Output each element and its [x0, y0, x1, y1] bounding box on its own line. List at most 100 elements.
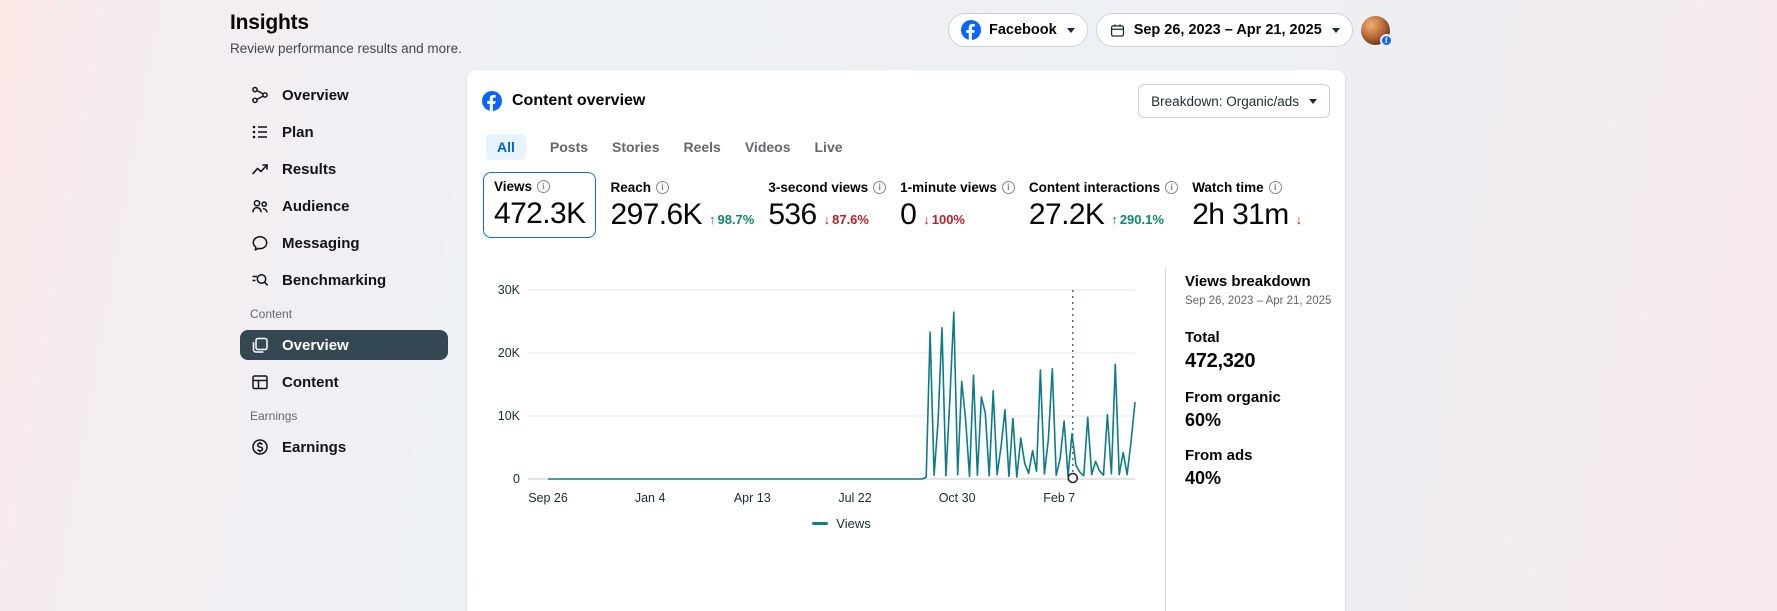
sidebar-item-label: Content	[282, 374, 339, 391]
info-icon[interactable]	[656, 181, 669, 194]
metric-value: 27.2K	[1029, 198, 1104, 232]
metric-content-interactions[interactable]: Content interactions 27.2K290.1%	[1029, 172, 1178, 240]
x-tick-label: Jan 4	[635, 491, 666, 505]
change-indicator: 87.6%	[824, 212, 869, 227]
y-tick-label: 0	[513, 472, 520, 486]
calendar-icon	[1109, 22, 1126, 39]
legend-label: Views	[836, 516, 870, 531]
metric-watch-time[interactable]: Watch time 2h 31m	[1192, 172, 1304, 240]
sidebar-item-label: Plan	[282, 124, 314, 141]
chevron-down-icon	[1309, 99, 1317, 104]
metric-label: Reach	[610, 180, 651, 195]
y-tick-label: 10K	[498, 409, 520, 423]
sidebar-section-content: Content	[250, 307, 448, 321]
content-tabs: All Posts Stories Reels Videos Live	[467, 134, 1345, 160]
date-range-label: Sep 26, 2023 – Apr 21, 2025	[1134, 22, 1322, 38]
info-icon[interactable]	[1002, 181, 1015, 194]
stack-icon	[250, 335, 270, 355]
facebook-logo-icon	[482, 91, 502, 111]
change-indicator: 98.7%	[709, 212, 754, 227]
info-icon[interactable]	[1165, 181, 1178, 194]
views-chart: 010K20K30K Sep 26Jan 4Apr 13Jul 22Oct 30…	[548, 290, 1135, 479]
tab-live[interactable]: Live	[815, 134, 843, 160]
arrow-down-icon	[923, 212, 930, 227]
info-icon[interactable]	[537, 180, 550, 193]
sidebar-item-label: Overview	[282, 87, 349, 104]
trend-icon	[250, 159, 270, 179]
card-title: Content overview	[512, 92, 645, 110]
metric-label: 1-minute views	[900, 180, 997, 195]
metric-reach[interactable]: Reach 297.6K98.7%	[610, 172, 754, 240]
sidebar-item-label: Overview	[282, 337, 349, 354]
list-icon	[250, 122, 270, 142]
metric-label: Content interactions	[1029, 180, 1160, 195]
change-indicator: 100%	[923, 212, 965, 227]
sidebar-item-audience[interactable]: Audience	[240, 191, 448, 221]
page-heading: Insights Review performance results and …	[230, 11, 462, 56]
views-breakdown-panel: Views breakdown Sep 26, 2023 – Apr 21, 2…	[1185, 273, 1335, 489]
y-tick-label: 30K	[498, 283, 520, 297]
sidebar-item-content-overview[interactable]: Overview	[240, 330, 448, 360]
sidebar-item-benchmarking[interactable]: Benchmarking	[240, 265, 448, 295]
info-icon[interactable]	[873, 181, 886, 194]
chart-legend: Views	[548, 516, 1135, 531]
tab-posts[interactable]: Posts	[550, 134, 588, 160]
metric-label: Watch time	[1192, 180, 1264, 195]
x-tick-label: Sep 26	[528, 491, 568, 505]
total-label: Total	[1185, 329, 1335, 346]
sidebar-item-plan[interactable]: Plan	[240, 117, 448, 147]
platform-selector[interactable]: Facebook	[948, 13, 1088, 47]
nodes-icon	[250, 85, 270, 105]
breakdown-title: Views breakdown	[1185, 273, 1335, 290]
facebook-badge-icon: f	[1380, 34, 1393, 47]
header-controls: Facebook Sep 26, 2023 – Apr 21, 2025 f	[948, 13, 1390, 47]
date-range-selector[interactable]: Sep 26, 2023 – Apr 21, 2025	[1096, 13, 1353, 47]
tab-videos[interactable]: Videos	[745, 134, 791, 160]
content-overview-card: Content overview Breakdown: Organic/ads …	[467, 70, 1345, 611]
breakdown-label: Breakdown: Organic/ads	[1151, 94, 1299, 109]
metric-3-second-views[interactable]: 3-second views 536 87.6%	[768, 172, 886, 240]
sidebar: Overview Plan Results Audience Messaging…	[240, 80, 448, 469]
tab-all[interactable]: All	[486, 134, 526, 160]
platform-label: Facebook	[989, 22, 1057, 38]
metric-1-minute-views[interactable]: 1-minute views 0100%	[900, 172, 1015, 240]
tab-reels[interactable]: Reels	[683, 134, 720, 160]
metric-value: 2h 31m	[1192, 198, 1288, 232]
metric-cards: Views 472.3K Reach 297.6K98.7% 3-second …	[467, 172, 1345, 240]
chart-canvas[interactable]	[548, 290, 1135, 479]
tab-stories[interactable]: Stories	[612, 134, 659, 160]
metric-label: Views	[494, 179, 532, 194]
metric-views[interactable]: Views 472.3K	[483, 172, 596, 238]
sidebar-item-label: Messaging	[282, 235, 360, 252]
arrow-up-icon	[709, 212, 716, 227]
x-tick-label: Jul 22	[838, 491, 871, 505]
y-tick-label: 20K	[498, 346, 520, 360]
sidebar-item-label: Results	[282, 161, 336, 178]
arrow-down-icon	[1296, 212, 1303, 227]
from-organic-value: 60%	[1185, 410, 1335, 431]
x-tick-label: Apr 13	[734, 491, 771, 505]
sidebar-item-messaging[interactable]: Messaging	[240, 228, 448, 258]
from-ads-label: From ads	[1185, 447, 1335, 464]
page-subtitle: Review performance results and more.	[230, 41, 462, 56]
metric-value: 536	[768, 198, 816, 232]
from-organic-label: From organic	[1185, 389, 1335, 406]
sidebar-item-results[interactable]: Results	[240, 154, 448, 184]
arrow-up-icon	[1111, 212, 1118, 227]
sidebar-item-earnings[interactable]: Earnings	[240, 432, 448, 462]
table-icon	[250, 372, 270, 392]
metric-label: 3-second views	[768, 180, 868, 195]
panel-divider	[1165, 267, 1166, 611]
sidebar-item-overview[interactable]: Overview	[240, 80, 448, 110]
profile-avatar[interactable]: f	[1361, 16, 1390, 45]
card-header: Content overview Breakdown: Organic/ads	[467, 70, 1345, 118]
sidebar-item-label: Earnings	[282, 439, 346, 456]
change-indicator	[1296, 212, 1305, 227]
chat-icon	[250, 233, 270, 253]
sidebar-item-content[interactable]: Content	[240, 367, 448, 397]
breakdown-selector[interactable]: Breakdown: Organic/ads	[1138, 84, 1330, 118]
benchmark-icon	[250, 270, 270, 290]
info-icon[interactable]	[1269, 181, 1282, 194]
people-icon	[250, 196, 270, 216]
dollar-icon	[250, 437, 270, 457]
